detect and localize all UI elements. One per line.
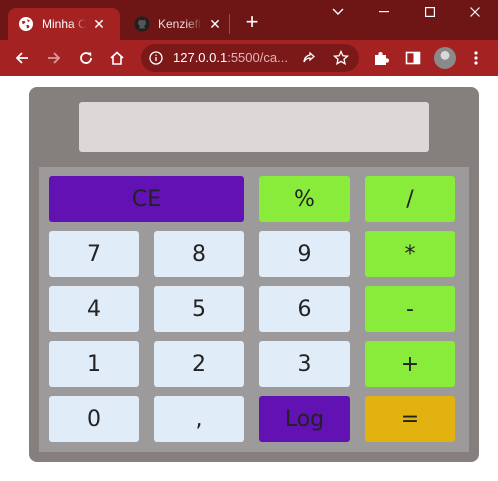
globe-icon bbox=[19, 17, 33, 31]
forward-button[interactable] bbox=[42, 46, 66, 70]
side-panel-button[interactable] bbox=[401, 46, 425, 70]
close-icon bbox=[470, 7, 480, 17]
digit-6-button[interactable]: 6 bbox=[259, 286, 350, 332]
arrow-right-icon bbox=[48, 52, 61, 64]
reload-button[interactable] bbox=[74, 46, 98, 70]
tab-minha-calculadora[interactable]: Minha Calculadora ✕ bbox=[8, 8, 120, 40]
minimize-button[interactable] bbox=[361, 0, 407, 24]
arrow-left-icon bbox=[15, 52, 28, 64]
share-icon bbox=[303, 51, 315, 63]
digit-2-button[interactable]: 2 bbox=[154, 341, 244, 387]
star-icon bbox=[333, 50, 349, 66]
digit-7-button[interactable]: 7 bbox=[49, 231, 139, 277]
digit-9-button[interactable]: 9 bbox=[259, 231, 350, 277]
site-info-icon[interactable] bbox=[148, 50, 164, 66]
puzzle-icon bbox=[375, 52, 389, 65]
url-text[interactable]: 127.0.0.1:5500/ca... bbox=[173, 50, 288, 66]
browser-tab-strip: Minha Calculadora ✕ Kenzieflix ✕ + bbox=[0, 0, 498, 40]
digit-0-button[interactable]: 0 bbox=[49, 396, 139, 442]
github-icon bbox=[134, 16, 150, 32]
add-button[interactable]: + bbox=[365, 341, 455, 387]
side-panel-icon bbox=[405, 51, 421, 65]
tab-divider bbox=[229, 14, 230, 34]
subtract-button[interactable]: - bbox=[365, 286, 455, 332]
tab-close-icon[interactable]: ✕ bbox=[92, 16, 106, 33]
digit-1-button[interactable]: 1 bbox=[49, 341, 139, 387]
chevron-down-icon bbox=[332, 8, 344, 15]
divide-button[interactable]: / bbox=[365, 176, 455, 222]
tab-title: Kenzieflix bbox=[158, 17, 202, 31]
percent-button[interactable]: % bbox=[259, 176, 350, 222]
bookmark-button[interactable] bbox=[329, 46, 353, 70]
profile-avatar[interactable] bbox=[434, 47, 456, 69]
url-path: :5500/ca... bbox=[227, 50, 288, 65]
tab-kenzieflix[interactable]: Kenzieflix ✕ bbox=[124, 8, 224, 40]
extensions-button[interactable] bbox=[369, 46, 393, 70]
digit-3-button[interactable]: 3 bbox=[259, 341, 350, 387]
close-window-button[interactable] bbox=[452, 0, 498, 24]
browser-menu-button[interactable] bbox=[464, 46, 488, 70]
digit-8-button[interactable]: 8 bbox=[154, 231, 244, 277]
maximize-button[interactable] bbox=[407, 0, 453, 24]
multiply-button[interactable]: * bbox=[365, 231, 455, 277]
info-icon bbox=[149, 51, 163, 65]
new-tab-button[interactable]: + bbox=[240, 10, 264, 34]
tab-close-icon[interactable]: ✕ bbox=[208, 16, 222, 33]
digit-5-button[interactable]: 5 bbox=[154, 286, 244, 332]
reload-icon bbox=[80, 52, 92, 64]
tab-search-button[interactable] bbox=[315, 0, 361, 24]
share-button[interactable] bbox=[297, 46, 321, 70]
kebab-menu-icon bbox=[474, 51, 478, 65]
calculator-display bbox=[79, 102, 429, 152]
home-icon bbox=[110, 51, 124, 65]
equals-button[interactable]: = bbox=[365, 396, 455, 442]
url-host: 127.0.0.1 bbox=[173, 50, 228, 65]
clear-entry-button[interactable]: CE bbox=[49, 176, 244, 222]
maximize-icon bbox=[425, 7, 435, 17]
back-button[interactable] bbox=[10, 46, 34, 70]
home-button[interactable] bbox=[105, 46, 129, 70]
log-button[interactable]: Log bbox=[259, 396, 350, 442]
digit-4-button[interactable]: 4 bbox=[49, 286, 139, 332]
comma-button[interactable]: , bbox=[154, 396, 244, 442]
tab-title: Minha Calculadora bbox=[42, 17, 86, 31]
minimize-icon bbox=[379, 11, 389, 13]
